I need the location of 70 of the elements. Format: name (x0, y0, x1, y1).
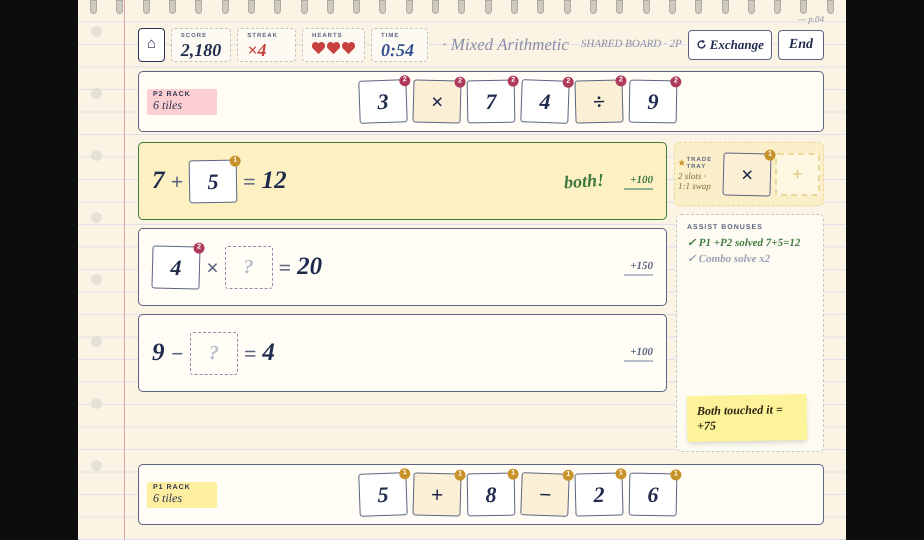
binder-ring (484, 0, 492, 14)
binder-ring (300, 0, 308, 14)
binder-ring (800, 0, 808, 14)
points-label: +100 (624, 344, 653, 362)
binder-ring (353, 0, 360, 14)
operator-sign: = (243, 168, 256, 196)
heart-icon (342, 42, 356, 54)
binder-ring (642, 0, 650, 14)
bonus-item: ✓ Combo solve x2 (687, 252, 772, 266)
binder-ring (537, 0, 544, 14)
end-button[interactable]: End (778, 30, 824, 60)
tile-count: 6 tiles (153, 492, 183, 505)
bonus-item: ✓ P1 +P2 solved 7+5=12 (687, 236, 802, 250)
equation-number: 9 (152, 338, 164, 368)
binder-ring (564, 0, 571, 14)
streak-value: ×4 (247, 40, 268, 60)
home-button[interactable]: ⌂ (138, 28, 165, 62)
punch-hole (91, 336, 102, 347)
binder-ring (116, 0, 124, 14)
board-subtitle: · Mixed Arithmetic (442, 34, 569, 56)
equation-number: 7 (152, 166, 164, 196)
refresh-icon (696, 39, 707, 50)
exchange-button[interactable]: Exchange (688, 30, 772, 60)
binder-ring (432, 0, 440, 14)
binder-ring (379, 0, 386, 14)
punch-hole (91, 150, 102, 161)
time-value: 0:54 (381, 40, 416, 60)
binder-ring (616, 0, 624, 14)
binder-ring (274, 0, 282, 14)
binder-ring (722, 0, 728, 14)
binder-ring (406, 0, 413, 14)
sticky-note: Both touched it = +75 (686, 394, 808, 442)
heart-icon (327, 42, 340, 54)
binder-ring (668, 0, 676, 14)
binder-ring (590, 0, 597, 14)
tile-count: 6 tiles (153, 99, 183, 112)
binder-ring (195, 0, 202, 14)
operator-sign: × (206, 254, 219, 282)
binder-ring (511, 0, 518, 14)
operator-sign: − (170, 340, 184, 368)
binder-ring (695, 0, 702, 14)
punch-hole (91, 460, 102, 471)
binder-ring (748, 0, 755, 14)
tray-note: 2 slots · 1:1 swap (678, 171, 712, 191)
operator-sign: = (244, 340, 256, 368)
binder-ring (458, 0, 466, 14)
points-label: +100 (624, 172, 653, 190)
punch-hole (91, 212, 102, 223)
equation-number: 12 (262, 166, 287, 196)
binder-ring (168, 0, 176, 14)
binder-ring (248, 0, 255, 14)
star-icon (678, 157, 686, 168)
operator-sign: = (278, 254, 292, 282)
binder-ring (142, 0, 150, 14)
binder-ring (774, 0, 782, 14)
success-tag: both! (563, 166, 606, 196)
board-label: SHARED BOARD · 2P (580, 37, 682, 52)
binder-ring (326, 0, 334, 14)
punch-hole (91, 88, 102, 99)
points-label: +150 (624, 258, 653, 276)
page-number: — p.04 (798, 13, 824, 26)
operator-sign: + (170, 168, 184, 196)
punch-hole (91, 398, 102, 409)
binder-ring (222, 0, 229, 14)
binder-ring (826, 0, 834, 14)
equation-number: 4 (262, 338, 275, 368)
equation-number: 20 (297, 252, 322, 282)
heart-icon (312, 42, 326, 54)
score-value: 2,180 (180, 40, 222, 60)
binder-ring (90, 0, 97, 14)
